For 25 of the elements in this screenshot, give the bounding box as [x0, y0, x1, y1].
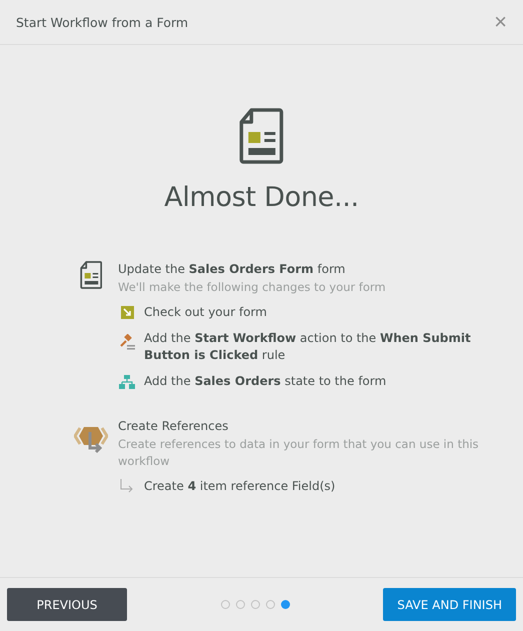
page-dot[interactable] — [220, 600, 230, 609]
section-title: Update the Sales Orders Form form — [118, 261, 346, 277]
checkout-icon — [120, 306, 134, 319]
window-title: Start Workflow from a Form — [16, 14, 188, 30]
step-text: Add the Start Workflow action to the When Submit Button is Clicked rule — [144, 330, 472, 364]
page-dot[interactable] — [280, 600, 290, 609]
section-description: We'll make the following changes to your form — [118, 279, 387, 296]
step-text: Check out your form — [144, 304, 267, 321]
close-button[interactable]: × — [494, 11, 507, 33]
sub-arrow-icon — [120, 479, 134, 493]
heading: Almost Done... — [164, 182, 359, 213]
section-title: Create References — [118, 418, 230, 434]
form-icon — [80, 261, 102, 289]
save-and-finish-button[interactable]: SAVE AND FINISH — [383, 588, 516, 621]
step-text: Create 4 item reference Field(s) — [144, 478, 336, 495]
hierarchy-icon — [119, 375, 135, 389]
page-dot[interactable] — [236, 600, 245, 609]
references-icon — [74, 424, 108, 454]
previous-button[interactable]: PREVIOUS — [7, 588, 127, 621]
step-text: Add the Sales Orders state to the form — [144, 373, 386, 390]
gavel-icon — [120, 334, 134, 350]
section-description: Create references to data in your form that you can use in this workflow — [118, 436, 480, 470]
page-dot[interactable] — [250, 600, 260, 609]
page-dot[interactable] — [266, 600, 275, 609]
form-icon — [239, 108, 284, 164]
